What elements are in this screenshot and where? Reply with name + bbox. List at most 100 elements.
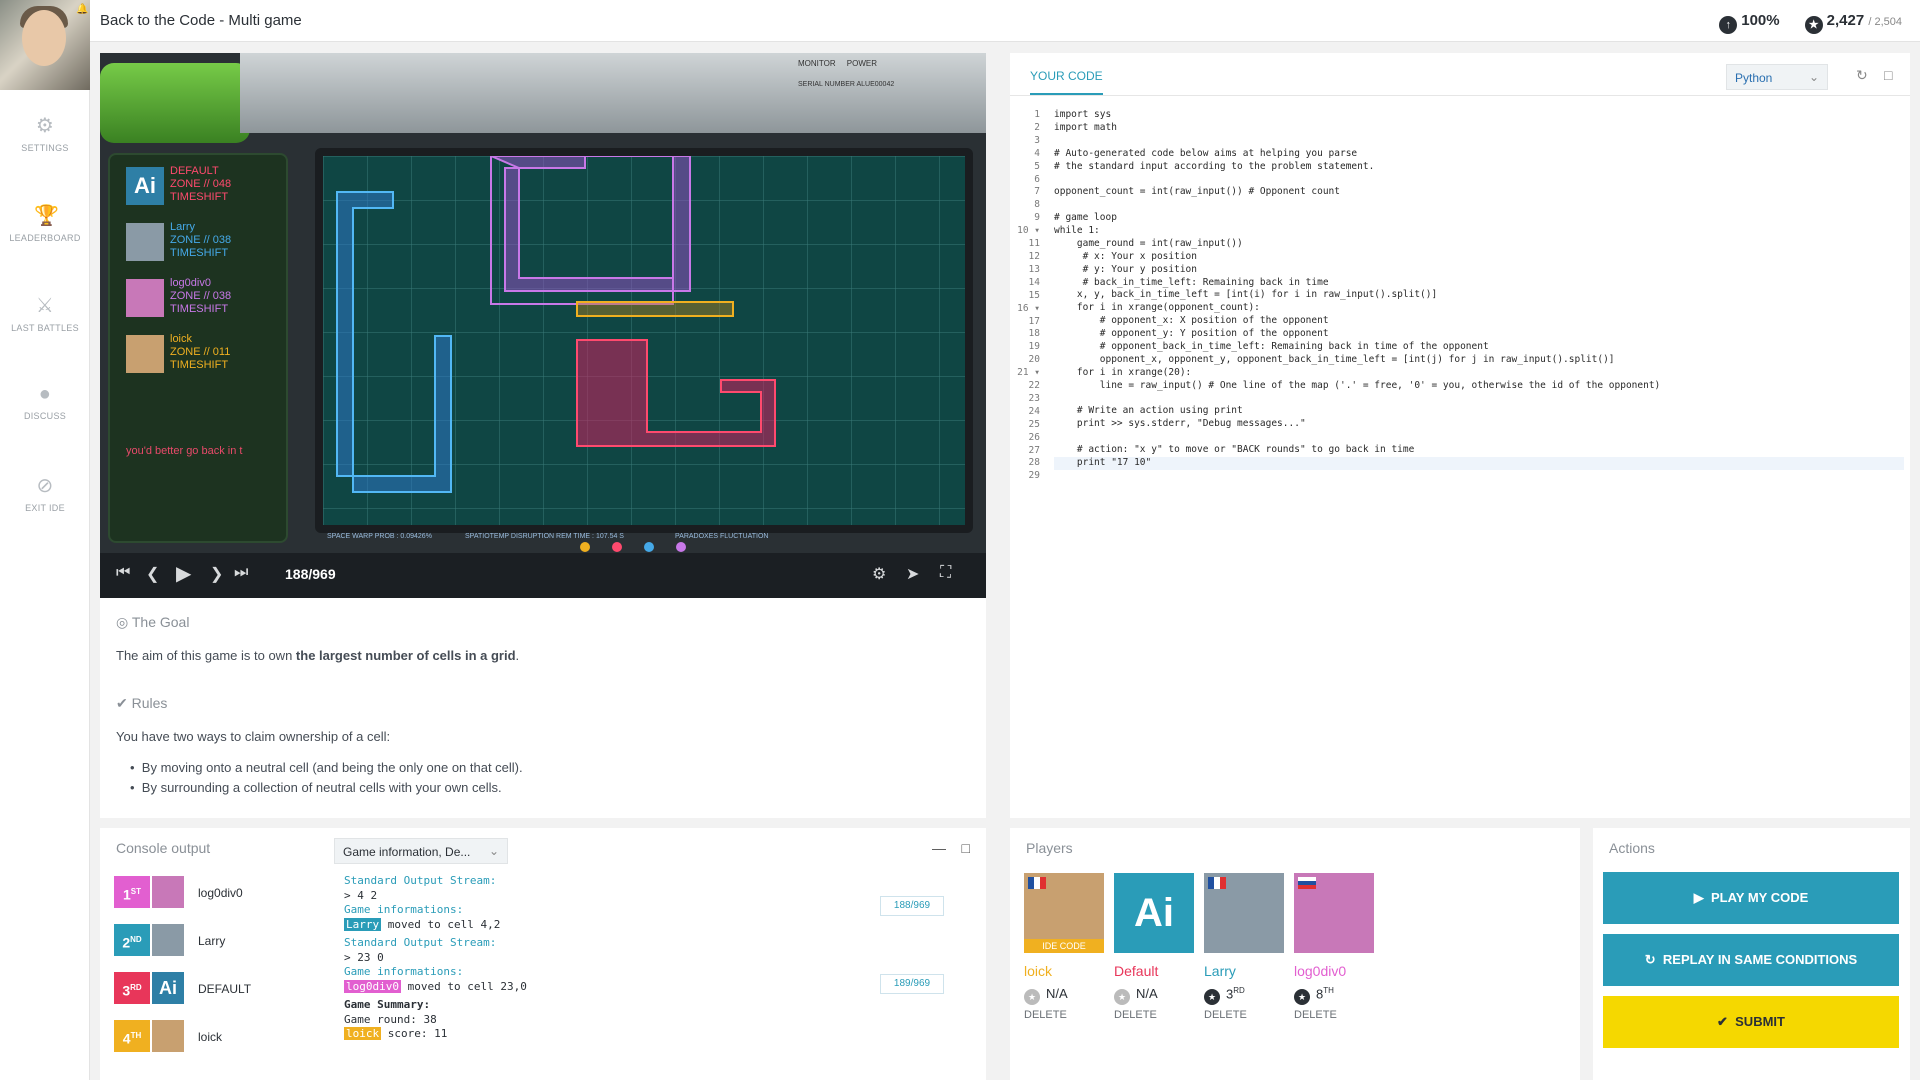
share-icon[interactable]: ➤ <box>906 564 919 584</box>
player-status-panel: Ai DEFAULT ZONE // 048 TIMESHIFT Larry Z… <box>108 153 288 543</box>
line-number: 16 ▾ <box>1017 302 1040 314</box>
star-icon: ★ <box>1204 989 1220 1006</box>
code-line[interactable]: x, y, back_in_time_left = [int(i) for i … <box>1054 289 1904 302</box>
frame-link[interactable]: 188/969 <box>880 896 944 916</box>
ai-photo: Ai <box>1114 873 1194 953</box>
header: Back to the Code - Multi game ↑ 100% ★ 2,4… <box>90 0 1920 42</box>
rank-badge: 1ST <box>114 876 150 908</box>
maximize-icon[interactable]: □ <box>1884 67 1892 83</box>
code-line[interactable]: # opponent_y: Y position of the opponent <box>1054 328 1904 341</box>
maximize-icon[interactable]: □ <box>962 840 970 856</box>
player-rank: ★ N/A <box>1114 986 1158 1005</box>
code-line[interactable]: game_round = int(raw_input()) <box>1054 238 1904 251</box>
nav-leaderboard[interactable]: 🏆 LEADERBOARD <box>0 205 90 243</box>
code-line[interactable]: import sys <box>1054 109 1904 122</box>
code-line[interactable]: # action: "x y" to move or "BACK rounds"… <box>1054 444 1904 457</box>
progress-value: 100% <box>1741 12 1780 29</box>
language-select[interactable]: Python ⌄ <box>1726 64 1828 90</box>
code-line[interactable]: # y: Your y position <box>1054 264 1904 277</box>
status-card-default: Ai DEFAULT ZONE // 048 TIMESHIFT <box>118 161 278 211</box>
nav-discuss[interactable]: ● DISCUSS <box>0 383 90 421</box>
replay-icon: ↻ <box>1644 952 1656 967</box>
reset-icon[interactable]: ↻ <box>1856 67 1868 84</box>
fast-forward-icon[interactable]: ⏭ <box>234 564 248 582</box>
player-photo <box>1294 873 1374 953</box>
code-line[interactable]: # x: Your x position <box>1054 251 1904 264</box>
line-number: 24 <box>1028 405 1040 417</box>
fullscreen-icon[interactable]: ⛶ <box>940 564 951 582</box>
serial-number: SERIAL NUMBER ALUE00042 <box>798 81 895 88</box>
nav-leaderboard-label: LEADERBOARD <box>9 233 81 243</box>
line-number: 27 <box>1028 444 1040 456</box>
code-line[interactable] <box>1054 470 1904 483</box>
game-grid-screen <box>315 148 973 533</box>
player-rank: ★ 8TH <box>1294 986 1334 1006</box>
play-my-code-button[interactable]: ▶ PLAY MY CODE <box>1603 872 1899 924</box>
code-lines[interactable]: import sys import math # Auto-generated co… <box>1054 109 1904 483</box>
goal-text: The aim of this game is to own the large… <box>116 648 520 663</box>
battle-icon: ⚔ <box>35 295 55 317</box>
delete-player-button[interactable]: DELETE <box>1294 1009 1337 1021</box>
player-rank: ★ 3RD <box>1204 986 1245 1006</box>
line-number: 13 <box>1028 263 1040 275</box>
replay-same-conditions-button[interactable]: ↻ REPLAY IN SAME CONDITIONS <box>1603 934 1899 986</box>
bell-icon[interactable]: 🔔 <box>76 4 88 16</box>
code-line[interactable]: while 1: <box>1054 225 1904 238</box>
status-timeshift: TIMESHIFT <box>170 247 229 259</box>
code-line[interactable]: line = raw_input() # One line of the map… <box>1054 380 1904 393</box>
delete-player-button[interactable]: DELETE <box>1204 1009 1247 1021</box>
nav-discuss-label: DISCUSS <box>23 411 67 421</box>
code-line[interactable] <box>1054 431 1904 444</box>
rule-item: • By surrounding a collection of neutral… <box>130 780 502 795</box>
code-line[interactable]: # Write an action using print <box>1054 405 1904 418</box>
code-line[interactable]: # the standard input according to the pr… <box>1054 161 1904 174</box>
rewind-icon[interactable]: ⏮ <box>116 564 130 582</box>
code-line[interactable]: opponent_x, opponent_y, opponent_back_in… <box>1054 354 1904 367</box>
code-line[interactable]: for i in xrange(20): <box>1054 367 1904 380</box>
settings-icon[interactable]: ⚙ <box>872 564 886 584</box>
line-number: 10 ▾ <box>1017 225 1040 237</box>
step-back-icon[interactable]: ❮ <box>146 564 159 584</box>
code-line[interactable]: for i in xrange(opponent_count): <box>1054 302 1904 315</box>
submit-button[interactable]: ✔ SUBMIT <box>1603 996 1899 1048</box>
player-name: log0div0 <box>1294 963 1347 979</box>
play-icon[interactable]: ▶ <box>176 561 191 586</box>
tab-your-code[interactable]: YOUR CODE <box>1030 69 1103 95</box>
code-line[interactable] <box>1054 199 1904 212</box>
code-line[interactable]: print "17 10" <box>1054 457 1904 470</box>
line-number: 1 <box>1034 109 1040 120</box>
code-line[interactable]: # Auto-generated code below aims at help… <box>1054 148 1904 161</box>
code-line[interactable]: # opponent_back_in_time_left: Remaining … <box>1054 341 1904 354</box>
user-avatar[interactable]: 🔔 <box>0 0 90 90</box>
rules-intro: You have two ways to claim ownership of … <box>116 729 391 744</box>
code-line[interactable] <box>1054 173 1904 186</box>
nav-exit-ide[interactable]: ⊘ EXIT IDE <box>0 475 90 513</box>
delete-player-button[interactable]: DELETE <box>1114 1009 1157 1021</box>
code-line[interactable] <box>1054 135 1904 148</box>
code-line[interactable]: print >> sys.stderr, "Debug messages..." <box>1054 418 1904 431</box>
delete-player-button[interactable]: DELETE <box>1024 1009 1067 1021</box>
line-number: 12 <box>1028 250 1040 262</box>
code-line[interactable]: # back_in_time_left: Remaining back in t… <box>1054 277 1904 290</box>
console-filter-select[interactable]: Game information, De... ⌄ <box>334 838 508 864</box>
status-name: loick <box>170 333 193 345</box>
code-line[interactable]: # opponent_x: X position of the opponent <box>1054 315 1904 328</box>
code-line[interactable]: opponent_count = int(raw_input()) # Oppo… <box>1054 186 1904 199</box>
line-number: 21 ▾ <box>1017 367 1040 379</box>
step-forward-icon[interactable]: ❯ <box>210 564 223 584</box>
code-line[interactable]: # game loop <box>1054 212 1904 225</box>
player-name: loick <box>1024 963 1053 979</box>
flag-fr-icon <box>1208 877 1226 889</box>
status-name: DEFAULT <box>170 165 219 177</box>
player-photo <box>1204 873 1284 953</box>
code-line[interactable] <box>1054 393 1904 406</box>
nav-last-battles[interactable]: ⚔ LAST BATTLES <box>0 295 90 333</box>
frame-link[interactable]: 189/969 <box>880 974 944 994</box>
line-number: 29 <box>1028 470 1040 482</box>
actions-heading: Actions <box>1609 840 1655 856</box>
target-icon: ◎ <box>116 614 129 630</box>
minimize-icon[interactable]: — <box>932 840 946 856</box>
nav-settings[interactable]: ⚙ SETTINGS <box>0 115 90 153</box>
players-panel: Players IDE CODE loick ★ N/A DELETE Ai De… <box>1010 828 1580 1080</box>
code-line[interactable]: import math <box>1054 122 1904 135</box>
